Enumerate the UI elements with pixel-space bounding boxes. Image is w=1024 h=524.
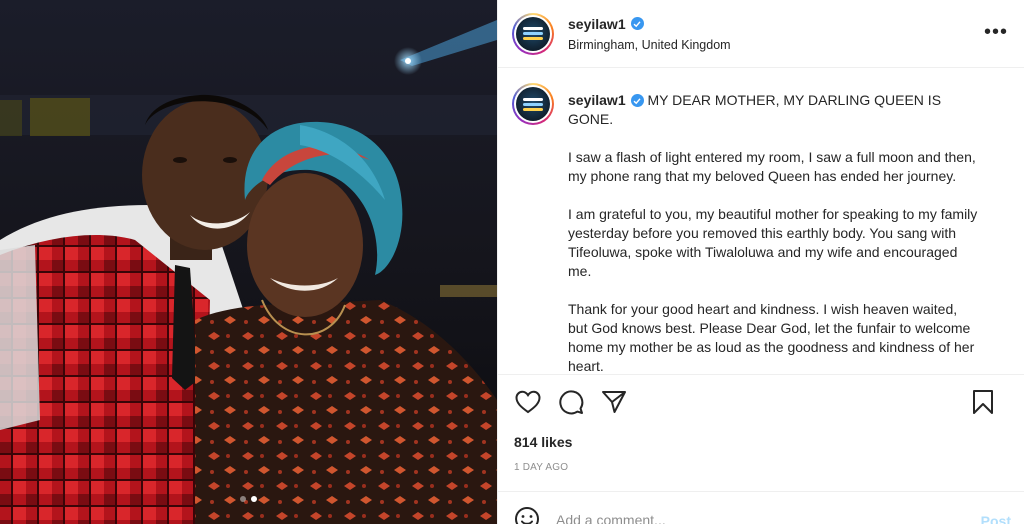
caption-paragraph: I saw a flash of light entered my room, …: [568, 149, 976, 184]
carousel-indicator: [240, 496, 257, 502]
post-details-panel: seyilaw1 Birmingham, United Kingdom ••• …: [497, 0, 1024, 524]
photo-illustration: [0, 0, 497, 524]
caption-avatar-image: [516, 87, 550, 121]
comment-input[interactable]: [556, 512, 936, 524]
comment-icon[interactable]: [557, 388, 585, 416]
carousel-dot-2-active[interactable]: [251, 496, 257, 502]
more-options-icon[interactable]: •••: [984, 22, 1008, 42]
location-link[interactable]: Birmingham, United Kingdom: [568, 38, 731, 52]
caption-paragraph: Thank for your good heart and kindness. …: [568, 301, 975, 374]
caption-username-text[interactable]: seyilaw1: [568, 91, 626, 110]
post-timestamp[interactable]: 1 DAY AGO: [514, 462, 568, 473]
header-username-text[interactable]: seyilaw1: [568, 16, 626, 32]
caption-paragraph: I am grateful to you, my beautiful mothe…: [568, 206, 978, 279]
smiley-icon[interactable]: [514, 506, 540, 524]
bookmark-icon[interactable]: [969, 388, 997, 416]
post-comment-button[interactable]: Post: [981, 513, 1011, 524]
likes-count[interactable]: 814 likes: [514, 434, 572, 450]
action-bar: [498, 374, 1024, 428]
caption: seyilaw1 MY DEAR MOTHER, MY DARLING QUEE…: [512, 83, 1008, 374]
carousel-dot-1[interactable]: [240, 496, 246, 502]
caption-scroll-area[interactable]: seyilaw1 MY DEAR MOTHER, MY DARLING QUEE…: [498, 69, 1024, 374]
post-photo[interactable]: [0, 0, 497, 524]
avatar-image: [516, 16, 550, 51]
post-header: seyilaw1 Birmingham, United Kingdom •••: [498, 0, 1024, 68]
share-icon[interactable]: [600, 388, 628, 416]
caption-first-line: seyilaw1 MY DEAR MOTHER, MY DARLING QUEE…: [568, 91, 978, 129]
verified-badge-icon: [630, 17, 644, 30]
comment-bar: Post: [498, 491, 1024, 524]
caption-avatar[interactable]: [512, 83, 554, 125]
header-username[interactable]: seyilaw1: [568, 16, 644, 32]
heart-icon[interactable]: [514, 388, 542, 416]
caption-verified-badge-icon: [630, 94, 644, 107]
avatar[interactable]: [512, 12, 554, 55]
caption-username[interactable]: seyilaw1: [568, 91, 644, 110]
